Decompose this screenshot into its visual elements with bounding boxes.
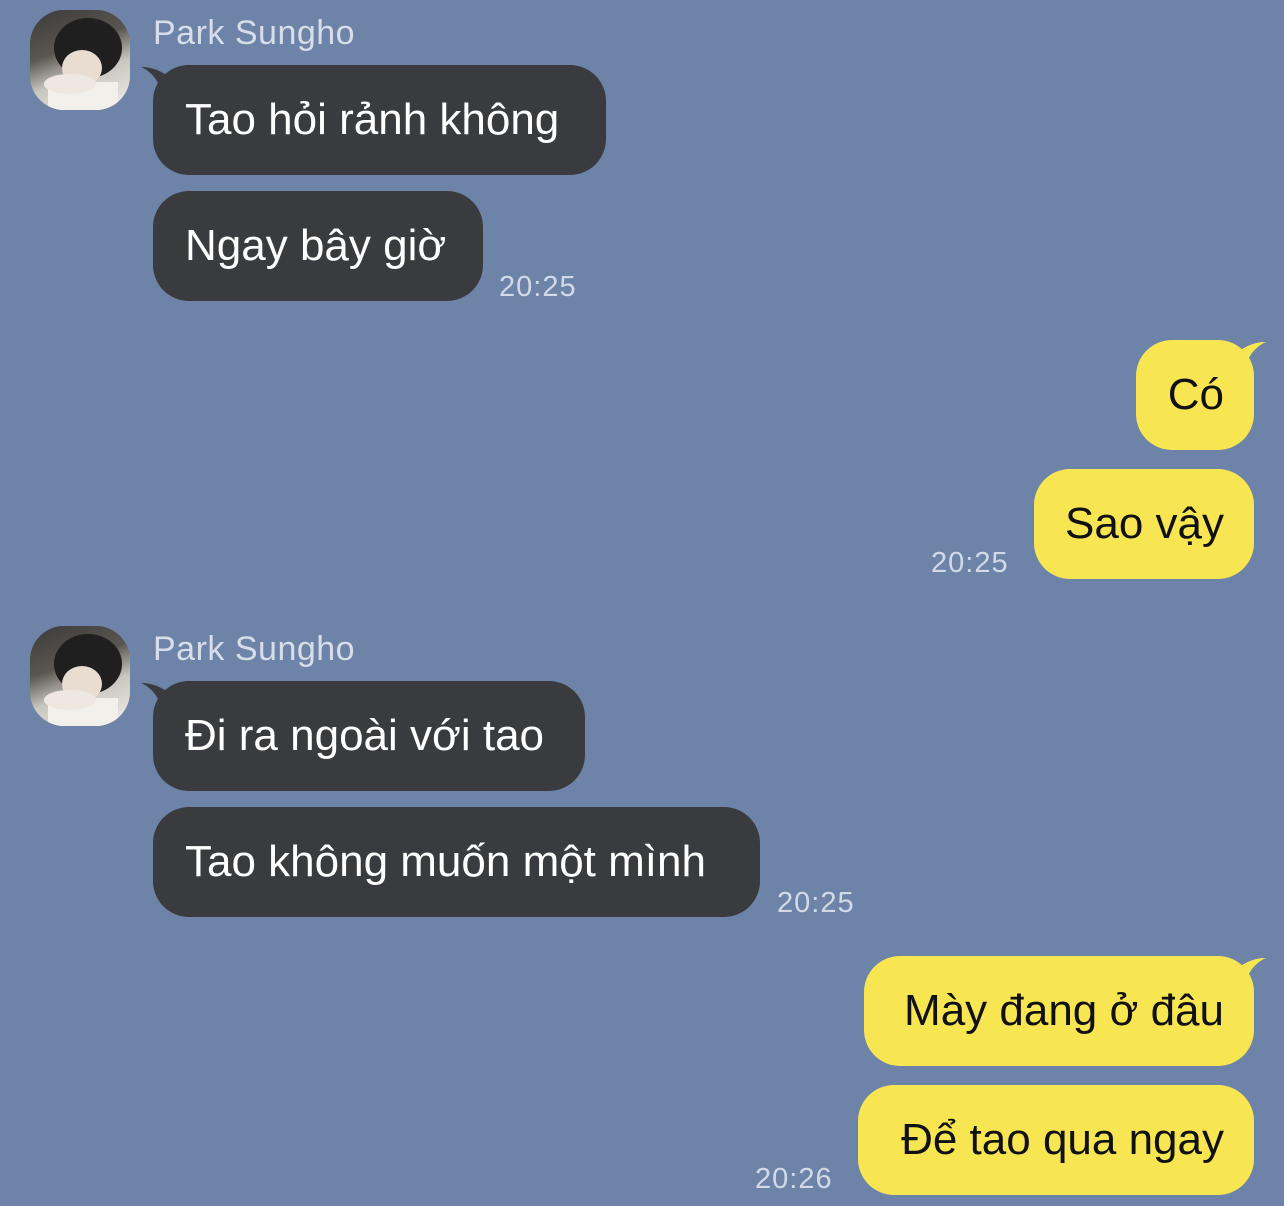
message-bubble-incoming[interactable]: Tao không muốn một mình	[153, 807, 760, 917]
avatar-photo-icon	[44, 634, 122, 726]
message-bubble-incoming[interactable]: Tao hỏi rảnh không	[141, 65, 606, 175]
sender-name: Park Sungho	[153, 630, 356, 668]
message-text: Tao hỏi rảnh không	[185, 95, 560, 144]
message-text: Tao không muốn một mình	[185, 837, 706, 886]
message-bubble-outgoing[interactable]: Sao vậy	[1034, 469, 1254, 579]
contact-avatar[interactable]	[30, 10, 130, 110]
bubble-tail-icon	[1228, 958, 1266, 996]
message-text: Có	[1167, 370, 1224, 419]
bubble-tail-icon	[141, 67, 179, 105]
chat-view: Park Sungho Tao hỏi rảnh không Ngay bây …	[0, 0, 1284, 1206]
message-timestamp: 20:25	[777, 887, 855, 919]
bubble-tail-icon	[141, 683, 179, 721]
message-text: Để tao qua ngay	[901, 1115, 1224, 1164]
message-bubble-incoming[interactable]: Ngay bây giờ	[153, 191, 483, 301]
message-bubble-outgoing[interactable]: Để tao qua ngay	[858, 1085, 1254, 1195]
message-text: Đi ra ngoài với tao	[185, 711, 545, 760]
contact-avatar[interactable]	[30, 626, 130, 726]
avatar-photo-icon	[44, 18, 122, 110]
message-timestamp: 20:26	[755, 1163, 833, 1195]
message-timestamp: 20:25	[931, 547, 1009, 579]
message-bubble-incoming[interactable]: Đi ra ngoài với tao	[141, 681, 585, 791]
message-text: Mày đang ở đâu	[904, 986, 1224, 1035]
message-timestamp: 20:25	[499, 271, 577, 303]
message-text: Ngay bây giờ	[185, 221, 447, 270]
sender-name: Park Sungho	[153, 14, 356, 52]
bubble-tail-icon	[1228, 342, 1266, 380]
message-text: Sao vậy	[1065, 499, 1224, 548]
message-bubble-outgoing[interactable]: Mày đang ở đâu	[864, 956, 1266, 1066]
message-bubble-outgoing[interactable]: Có	[1136, 340, 1266, 450]
